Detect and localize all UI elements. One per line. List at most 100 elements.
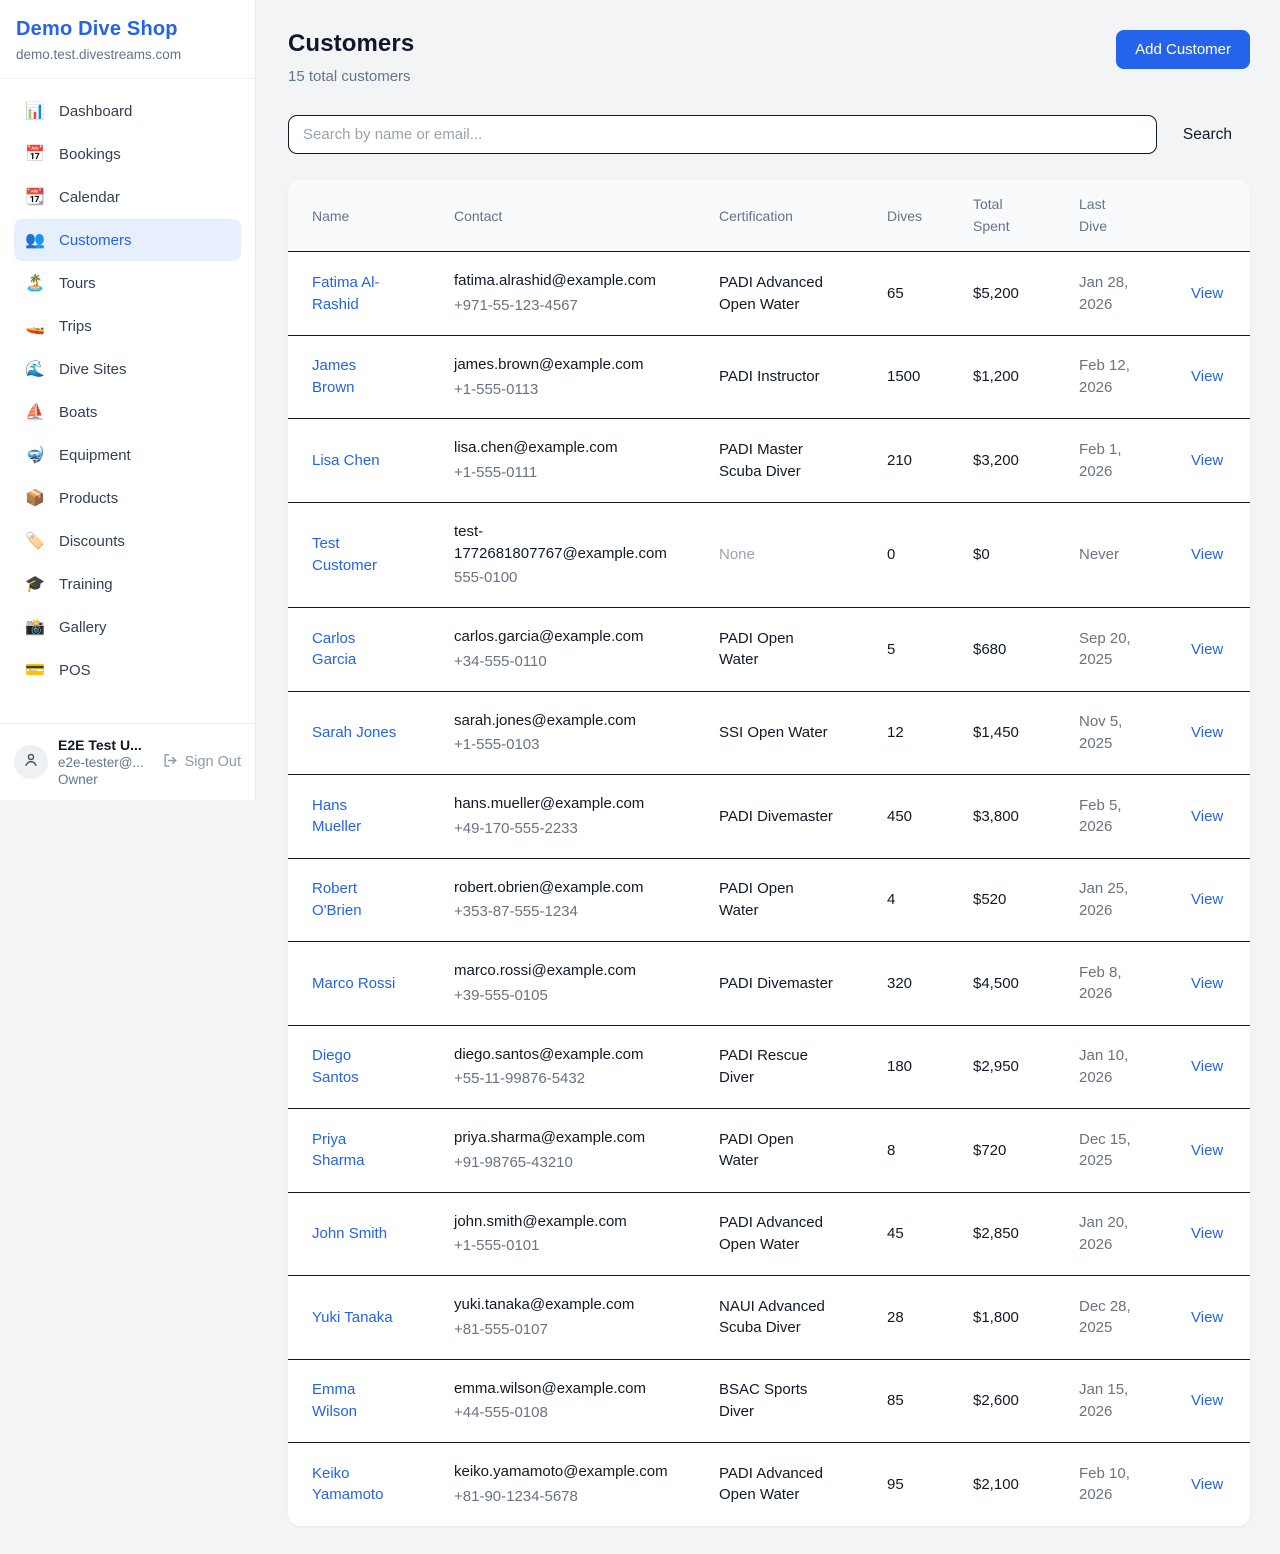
diving-mask-icon: 🤿 [24,445,46,465]
customer-total-spent: $2,100 [957,1443,1063,1526]
sidebar-item-label: Discounts [59,533,125,550]
view-customer-link[interactable]: View [1191,975,1223,992]
customer-name-link[interactable]: Fatima Al-Rashid [312,272,400,316]
customer-dives: 65 [871,252,957,336]
customer-name-link[interactable]: Robert O'Brien [312,878,400,922]
table-row: Diego Santosdiego.santos@example.com+55-… [288,1025,1250,1109]
add-customer-button[interactable]: Add Customer [1116,30,1250,69]
customer-name-link[interactable]: Keiko Yamamoto [312,1463,400,1507]
speedboat-icon: 🚤 [24,316,46,336]
search-input[interactable] [288,115,1157,154]
sidebar-item-pos[interactable]: 💳POS [14,649,241,691]
customer-email: marco.rossi@example.com [454,960,687,982]
view-customer-link[interactable]: View [1191,546,1223,563]
customer-name-link[interactable]: Lisa Chen [312,450,380,472]
people-icon: 👥 [24,230,46,250]
customer-last-dive: Sep 20, 2025 [1079,628,1141,672]
view-customer-link[interactable]: View [1191,285,1223,302]
sidebar-item-label: Products [59,490,118,507]
sidebar-item-dashboard[interactable]: 📊Dashboard [14,90,241,132]
sidebar-item-label: Trips [59,318,92,335]
sidebar-item-label: Dashboard [59,103,132,120]
column-header-name: Name [288,180,438,252]
customer-phone: +81-90-1234-5678 [454,1486,687,1508]
customer-email: john.smith@example.com [454,1211,687,1233]
customer-phone: +1-555-0111 [454,462,687,484]
credit-card-icon: 💳 [24,660,46,680]
customer-email: priya.sharma@example.com [454,1127,687,1149]
sidebar-item-training[interactable]: 🎓Training [14,563,241,605]
sidebar-item-gallery[interactable]: 📸 Gallery [14,606,241,648]
sidebar-item-calendar[interactable]: 📆Calendar [14,176,241,218]
customer-email: hans.mueller@example.com [454,793,687,815]
customer-total-spent: $5,200 [957,252,1063,336]
tear-off-calendar-icon: 📆 [24,187,46,207]
customer-dives: 180 [871,1025,957,1109]
customer-last-dive: Dec 15, 2025 [1079,1129,1141,1173]
customer-name-link[interactable]: Marco Rossi [312,973,395,995]
customer-dives: 12 [871,691,957,775]
view-customer-link[interactable]: View [1191,808,1223,825]
view-customer-link[interactable]: View [1191,1142,1223,1159]
sidebar-item-trips[interactable]: 🚤 Trips [14,305,241,347]
view-customer-link[interactable]: View [1191,724,1223,741]
customer-phone: +1-555-0103 [454,734,687,756]
view-customer-link[interactable]: View [1191,1392,1223,1409]
customer-name-link[interactable]: Yuki Tanaka [312,1307,393,1329]
customer-last-dive: Jan 10, 2026 [1079,1045,1141,1089]
view-customer-link[interactable]: View [1191,891,1223,908]
sidebar-item-label: Boats [59,404,97,421]
sidebar-item-label: Customers [59,232,132,249]
view-customer-link[interactable]: View [1191,452,1223,469]
sidebar-item-customers[interactable]: 👥 Customers [14,219,241,261]
sidebar-item-equipment[interactable]: 🤿Equipment [14,434,241,476]
customer-name-link[interactable]: Diego Santos [312,1045,400,1089]
table-row: Fatima Al-Rashidfatima.alrashid@example.… [288,252,1250,336]
view-customer-link[interactable]: View [1191,1225,1223,1242]
customer-dives: 4 [871,858,957,942]
sidebar-item-tours[interactable]: 🏝️Tours [14,262,241,304]
camera-icon: 📸 [24,617,46,637]
view-customer-link[interactable]: View [1191,368,1223,385]
sidebar-item-discounts[interactable]: 🏷️ Discounts [14,520,241,562]
customer-phone: +34-555-0110 [454,651,687,673]
customer-total-spent: $2,600 [957,1359,1063,1443]
customer-total-spent: $3,800 [957,775,1063,859]
sidebar-item-bookings[interactable]: 📅Bookings [14,133,241,175]
column-header-actions [1175,180,1250,252]
graduation-cap-icon: 🎓 [24,574,46,594]
sidebar-item-label: Gallery [59,619,107,636]
customer-total-spent: $1,200 [957,335,1063,419]
customer-name-link[interactable]: James Brown [312,355,400,399]
customer-email: diego.santos@example.com [454,1044,687,1066]
customer-certification: BSAC Sports Diver [719,1379,837,1423]
customer-email: sarah.jones@example.com [454,710,687,732]
customer-email: test-1772681807767@example.com [454,521,687,565]
customer-name-link[interactable]: Priya Sharma [312,1129,400,1173]
view-customer-link[interactable]: View [1191,1058,1223,1075]
customer-name-link[interactable]: John Smith [312,1223,387,1245]
customer-name-link[interactable]: Test Customer [312,533,400,577]
table-row: Hans Muellerhans.mueller@example.com+49-… [288,775,1250,859]
customer-last-dive: Jan 15, 2026 [1079,1379,1141,1423]
sidebar-item-products[interactable]: 📦Products [14,477,241,519]
customer-total-spent: $4,500 [957,942,1063,1026]
customer-name-link[interactable]: Hans Mueller [312,795,400,839]
tag-icon: 🏷️ [24,531,46,551]
search-button[interactable]: Search [1165,118,1250,152]
customer-email: yuki.tanaka@example.com [454,1294,687,1316]
view-customer-link[interactable]: View [1191,641,1223,658]
customer-total-spent: $720 [957,1109,1063,1193]
sign-out-button[interactable]: Sign Out [162,752,241,773]
customer-name-link[interactable]: Carlos Garcia [312,628,400,672]
table-header-row: Name Contact Certification Dives Total S… [288,180,1250,252]
customer-last-dive: Dec 28, 2025 [1079,1296,1141,1340]
customer-name-link[interactable]: Sarah Jones [312,722,396,744]
sidebar-item-dive-sites[interactable]: 🌊Dive Sites [14,348,241,390]
customer-name-link[interactable]: Emma Wilson [312,1379,400,1423]
customer-certification: PADI Advanced Open Water [719,1212,837,1256]
sidebar-item-boats[interactable]: ⛵Boats [14,391,241,433]
table-row: Yuki Tanakayuki.tanaka@example.com+81-55… [288,1276,1250,1360]
view-customer-link[interactable]: View [1191,1476,1223,1493]
view-customer-link[interactable]: View [1191,1309,1223,1326]
